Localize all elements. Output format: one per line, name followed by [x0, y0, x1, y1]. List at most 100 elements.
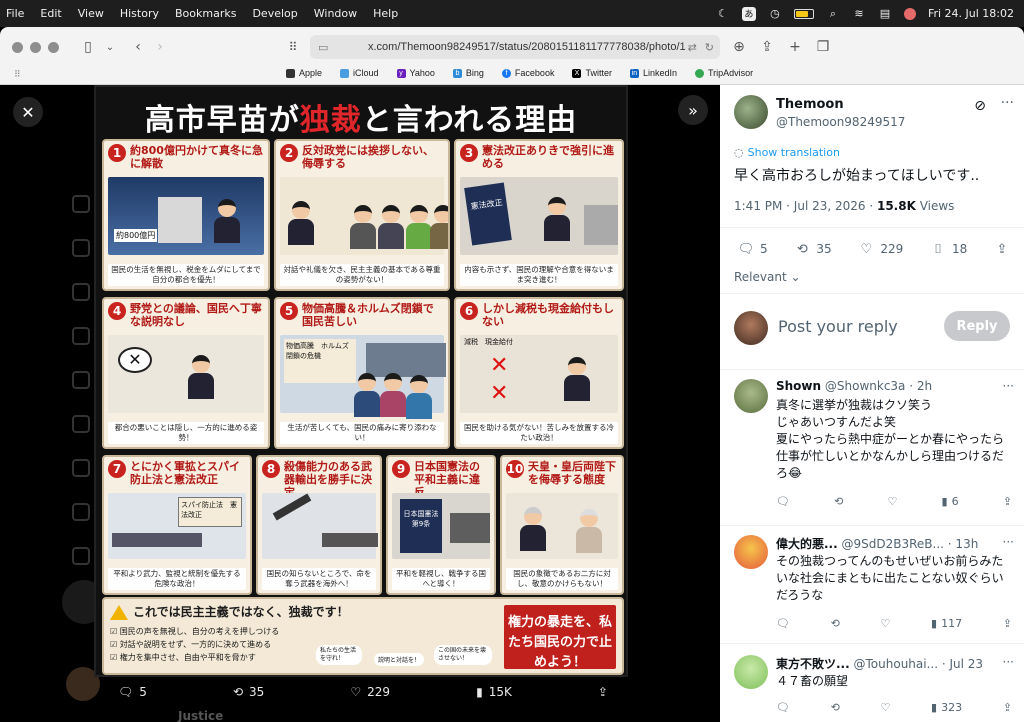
chevron-down-icon[interactable]: ⌄	[99, 36, 121, 58]
menu-history[interactable]: History	[112, 7, 167, 20]
input-method-icon[interactable]: あ	[741, 6, 756, 21]
avatar[interactable]	[734, 311, 768, 345]
reply-composer: Post your reply Reply	[734, 311, 1014, 345]
avatar[interactable]	[734, 655, 768, 689]
like-button[interactable]: ♡ 229	[858, 241, 904, 257]
close-icon[interactable]: ✕	[13, 97, 43, 127]
time-machine-icon[interactable]: ◷	[768, 7, 782, 21]
poster-panel: 8殺傷能力のある武器輸出を勝手に決定 国民の知らないところで、命を奪う武器を海外…	[256, 455, 382, 595]
author-handle[interactable]: @Themoon98249517	[776, 115, 905, 129]
favorite-tripadvisor[interactable]: TripAdvisor	[695, 68, 753, 78]
download-icon[interactable]: ⊕	[728, 36, 750, 58]
reply-sort-dropdown[interactable]: Relevant ⌄	[734, 270, 801, 284]
repost-icon[interactable]: ⟲	[831, 701, 840, 714]
user-avatar-icon[interactable]	[903, 7, 916, 20]
repost-button[interactable]: ⟲ 35	[794, 241, 832, 257]
grid-icon[interactable]: ⠿	[14, 69, 24, 79]
translate-icon[interactable]: ⇄	[688, 41, 697, 54]
reply-item[interactable]: 偉大的悪... @9SdD2B3ReB... · 13h ··· その独裁つって…	[734, 535, 1014, 635]
show-translation-link[interactable]: ◌ Show translation	[734, 146, 840, 159]
minimize-window-button[interactable]	[30, 41, 41, 53]
reply-icon[interactable]: 🗨	[776, 701, 790, 714]
reply-author[interactable]: 東方不敗ツ... @Touhouhai... · Jul 23	[776, 655, 983, 672]
reply-icon: 🗨	[737, 241, 755, 257]
grok-icon[interactable]: ⊘	[974, 98, 986, 114]
clock[interactable]: Fri 24. Jul 18:02	[928, 7, 1014, 20]
menu-bookmarks[interactable]: Bookmarks	[167, 7, 244, 20]
share-icon[interactable]: ⇪	[1003, 617, 1012, 630]
reply-author[interactable]: Shown @Shownkc3a · 2h	[776, 379, 932, 393]
heart-icon[interactable]: ♡	[881, 617, 891, 630]
reload-icon[interactable]: ↻	[705, 41, 714, 54]
favorite-facebook[interactable]: f Facebook	[501, 68, 554, 78]
reply-icon[interactable]: 🗨	[776, 617, 790, 630]
new-tab-icon[interactable]: +	[784, 36, 806, 58]
tab-overview-icon[interactable]: ⠿	[282, 36, 304, 58]
author-name[interactable]: Themoon	[776, 97, 844, 112]
share-button[interactable]: ⇪	[598, 685, 608, 699]
avatar[interactable]	[734, 535, 768, 569]
tabs-icon[interactable]: ❐	[812, 36, 834, 58]
reply-icon[interactable]: 🗨	[776, 495, 790, 508]
reply-item[interactable]: Shown @Shownkc3a · 2h ··· 真冬に選挙が独裁はクソ笑う …	[734, 379, 1014, 519]
speech-bubble: この国の未来を壊させない！	[434, 645, 492, 665]
reply-button[interactable]: 🗨 5	[738, 241, 768, 257]
menu-view[interactable]: View	[70, 7, 112, 20]
reply-text: ４７畜の願望	[776, 674, 849, 688]
favorite-yahoo[interactable]: y Yahoo	[396, 68, 435, 78]
back-icon[interactable]: ‹	[127, 36, 149, 58]
reply-item[interactable]: 東方不敗ツ... @Touhouhai... · Jul 23 ··· ４７畜の…	[734, 655, 1014, 721]
control-center-icon[interactable]: ▤	[878, 7, 892, 21]
reply-author[interactable]: 偉大的悪... @9SdD2B3ReB... · 13h	[776, 535, 978, 552]
favorite-apple[interactable]: Apple	[286, 68, 322, 78]
more-icon[interactable]: ···	[1003, 535, 1014, 549]
menu-file[interactable]: File	[0, 7, 32, 20]
more-icon[interactable]: ···	[1003, 655, 1014, 669]
favorites-bar: ⠿ Apple iCloud y Yahoo b Bing f Facebook XT…	[0, 63, 1024, 83]
repost-button[interactable]: ⟲ 35	[233, 685, 264, 699]
menu-help[interactable]: Help	[365, 7, 406, 20]
views-button[interactable]: ▮ 117	[931, 617, 962, 630]
page-icon: ▭	[318, 40, 329, 54]
favorite-twitter[interactable]: X Twitter	[572, 68, 612, 78]
views-button[interactable]: ▮ 323	[931, 701, 962, 714]
close-window-button[interactable]	[12, 41, 23, 53]
bookmark-button[interactable]: ⌷ 18	[930, 241, 967, 257]
share-icon[interactable]: ⇪	[756, 36, 778, 58]
zoom-window-button[interactable]	[48, 41, 59, 53]
repost-icon[interactable]: ⟲	[834, 495, 843, 508]
repost-icon[interactable]: ⟲	[831, 617, 840, 630]
more-icon[interactable]: ···	[1001, 95, 1014, 111]
more-icon[interactable]: ···	[1003, 379, 1014, 393]
avatar[interactable]	[734, 379, 768, 413]
views-button[interactable]: ▮ 15K	[476, 685, 512, 699]
reply-submit-button[interactable]: Reply	[944, 311, 1010, 341]
sidebar-icon[interactable]: ▯	[77, 36, 99, 58]
favorite-bing[interactable]: b Bing	[452, 68, 484, 78]
poster-panel: 6 しかし減税も現金給付もしない 減税 現金給付 ✕ ✕ 国民を助ける気がない！苦…	[454, 297, 624, 449]
menu-develop[interactable]: Develop	[244, 7, 305, 20]
share-button[interactable]: ⇪	[994, 241, 1010, 257]
favorite-icloud[interactable]: iCloud	[340, 68, 379, 78]
share-icon[interactable]: ⇪	[1003, 701, 1012, 714]
reply-text: 真冬に選挙が独裁はクソ笑う じゃあいつすんだよ笑 夏にやったら熱中症がーとか春に…	[776, 398, 1005, 480]
address-bar[interactable]: ▭ x.com/Themoon98249517/status/208015118…	[310, 35, 720, 59]
menu-window[interactable]: Window	[306, 7, 365, 20]
reply-button[interactable]: 🗨 5	[118, 685, 147, 699]
favorite-linkedin[interactable]: in LinkedIn	[629, 68, 677, 78]
battery-icon[interactable]	[793, 8, 814, 19]
like-button[interactable]: ♡ 229	[350, 685, 390, 699]
forward-icon[interactable]: ›	[149, 36, 171, 58]
views-button[interactable]: ▮ 6	[942, 495, 959, 508]
search-icon[interactable]: ⌕	[826, 7, 840, 21]
moon-icon[interactable]: ☾	[716, 7, 730, 21]
wifi-icon[interactable]: ≋	[852, 7, 866, 21]
share-icon[interactable]: ⇪	[1003, 495, 1012, 508]
expand-icon[interactable]: »	[678, 95, 708, 125]
avatar[interactable]	[734, 95, 768, 129]
poster-panel: 5 物価高騰＆ホルムズ閉鎖で国民苦しい 物価高騰 ホルムズ閉鎖の危機 生活が苦しく…	[274, 297, 450, 449]
menu-edit[interactable]: Edit	[32, 7, 69, 20]
heart-icon[interactable]: ♡	[888, 495, 898, 508]
heart-icon[interactable]: ♡	[881, 701, 891, 714]
reply-input[interactable]: Post your reply	[778, 317, 898, 336]
